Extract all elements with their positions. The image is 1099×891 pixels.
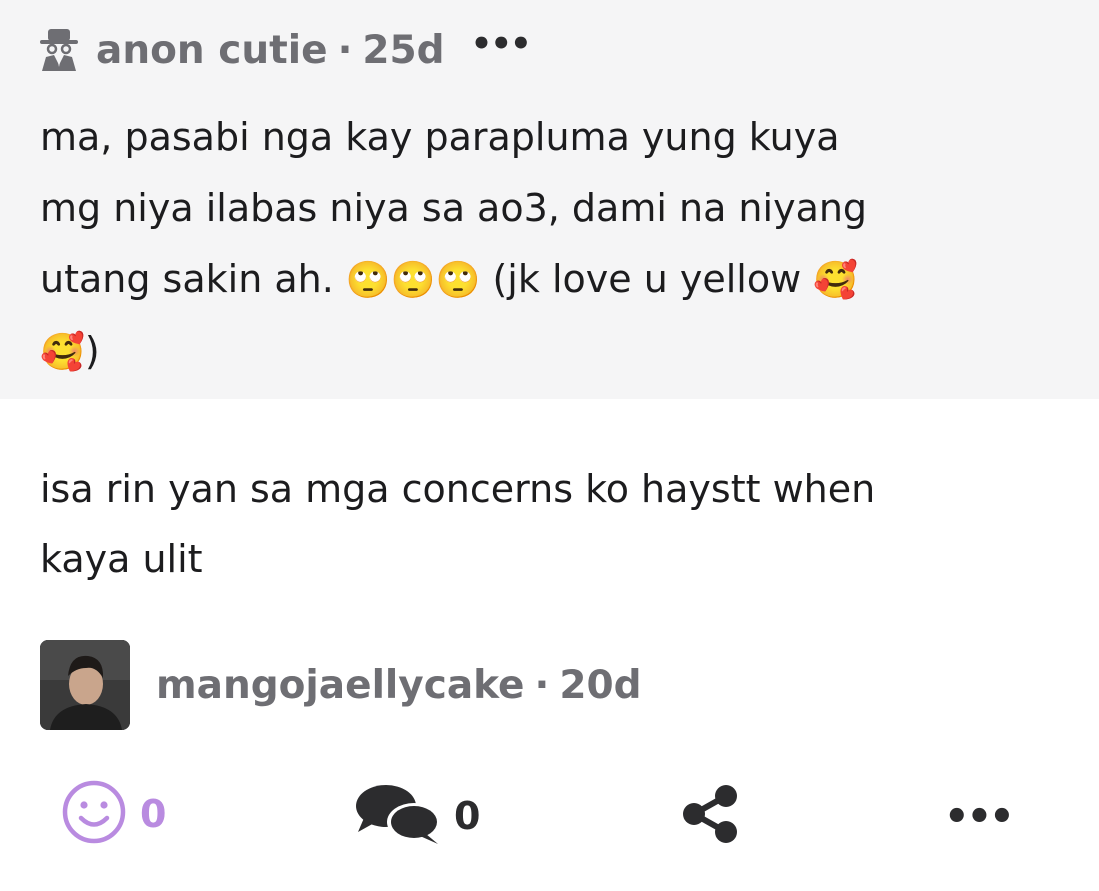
question-line: utang sakin ah. 🙄🙄🙄 (jk love u yellow 🥰 <box>40 244 1050 316</box>
answer-age: 20d <box>559 662 642 708</box>
question-text-part: (jk love u yellow <box>480 257 814 301</box>
question-text: ma, pasabi nga kay parapluma yung kuya m… <box>40 102 1050 388</box>
question-age: 25d <box>362 27 445 73</box>
question-header: anon cutie · 25d ••• <box>38 24 532 76</box>
share-button[interactable] <box>678 782 742 850</box>
answer-text: isa rin yan sa mga concerns ko haystt wh… <box>40 454 1050 594</box>
separator: · <box>534 662 550 708</box>
reply-button[interactable]: 0 <box>354 782 480 850</box>
author-username[interactable]: mangojaellycake · 20d <box>156 663 642 708</box>
share-icon <box>678 782 742 850</box>
question-text-part: ) <box>84 329 100 373</box>
avatar[interactable] <box>40 640 130 730</box>
question-text-part: utang sakin ah. <box>40 257 346 301</box>
smiley-icon <box>60 778 128 850</box>
answer-line: isa rin yan sa mga concerns ko haystt wh… <box>40 467 876 511</box>
answer-line: kaya ulit <box>40 537 203 581</box>
react-button[interactable]: 0 <box>60 778 166 850</box>
question-line: 🥰) <box>40 316 1050 388</box>
question-author: anon cutie <box>96 27 328 73</box>
reply-count: 0 <box>454 794 481 838</box>
question-line: mg niya ilabas niya sa ao3, dami na niya… <box>40 186 868 230</box>
question-line: ma, pasabi nga kay parapluma yung kuya <box>40 115 840 159</box>
love-face-emoji: 🥰 <box>813 260 859 301</box>
love-face-emoji: 🥰 <box>40 332 85 373</box>
spy-icon <box>38 27 80 73</box>
react-count: 0 <box>140 792 167 836</box>
comments-icon <box>354 782 444 850</box>
question-more-button[interactable]: ••• <box>471 24 532 64</box>
rolling-eyes-emoji: 🙄🙄🙄 <box>345 260 481 301</box>
username-text[interactable]: mangojaellycake <box>156 663 525 708</box>
answer-author[interactable]: mangojaellycake · 20d <box>40 640 642 730</box>
separator: · <box>337 27 353 73</box>
more-options-button[interactable]: ••• <box>944 794 1015 840</box>
question-card[interactable]: anon cutie · 25d ••• ma, pasabi nga kay … <box>0 0 1099 399</box>
action-bar: 0 0 ••• <box>0 772 1099 862</box>
